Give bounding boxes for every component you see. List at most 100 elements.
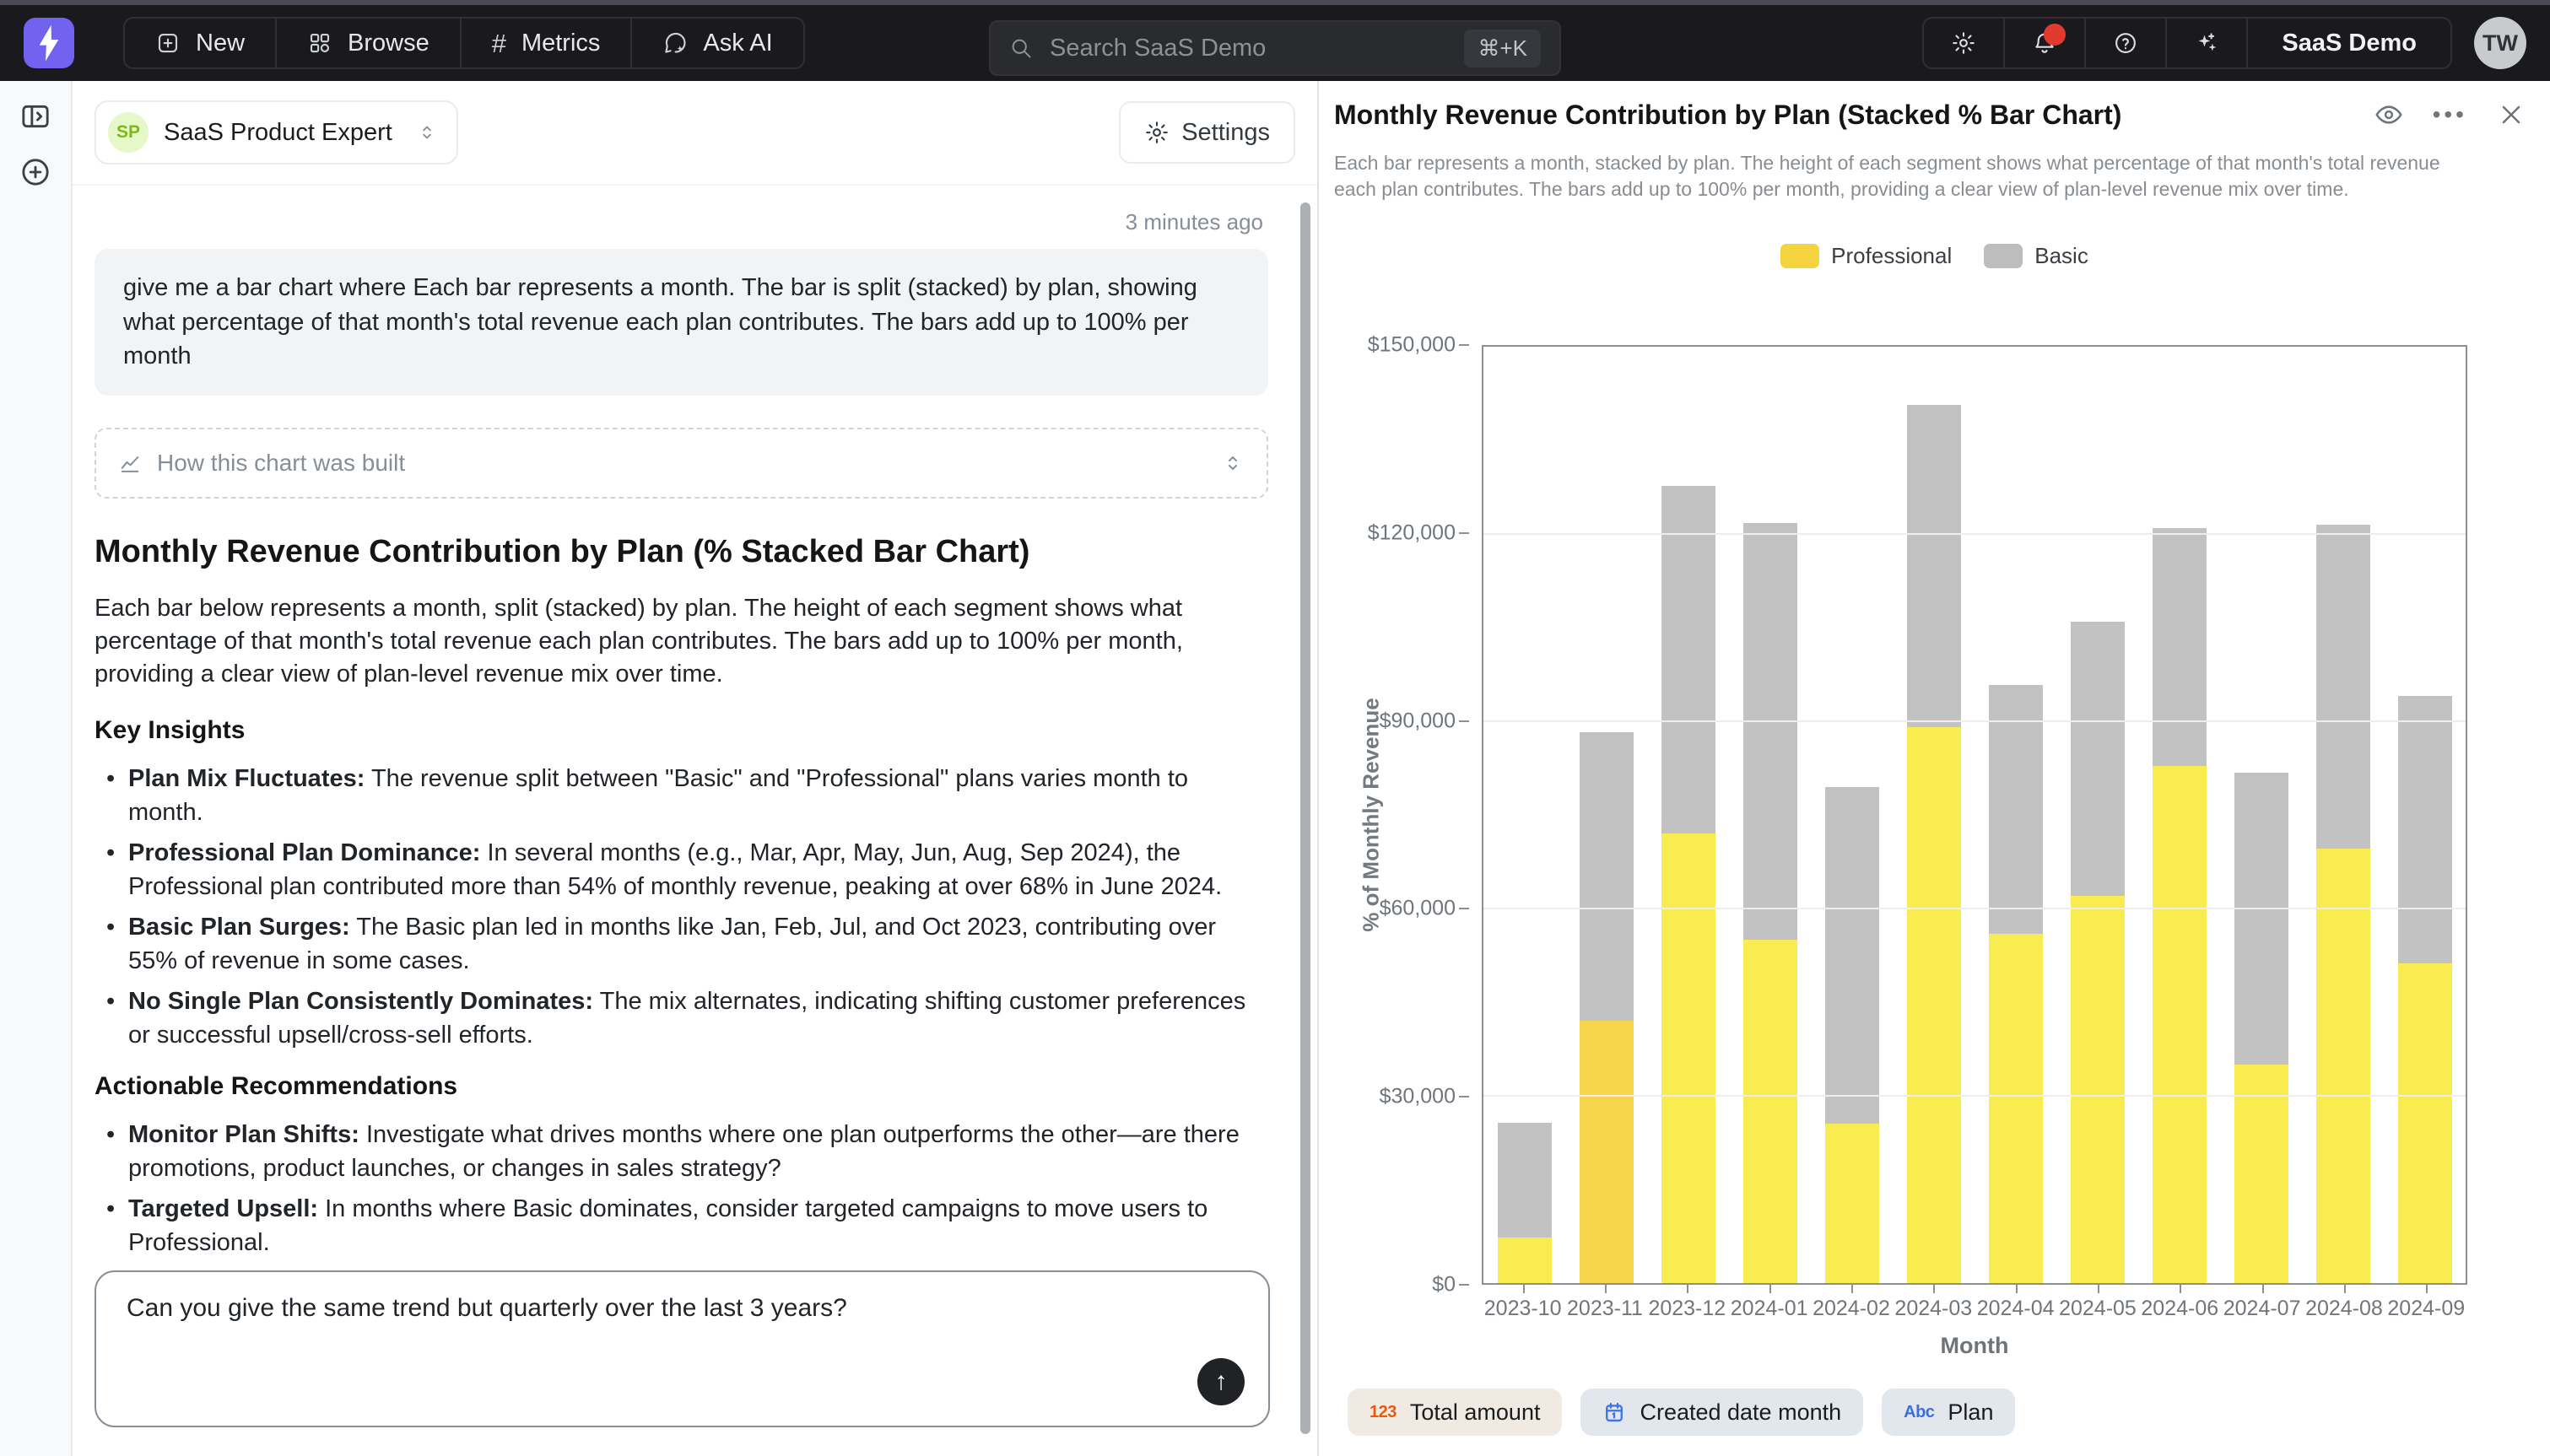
gear-icon bbox=[1144, 120, 1170, 145]
ai-chat-panel: SP SaaS Product Expert Settings 3 minute… bbox=[73, 81, 1319, 1456]
new-button[interactable]: New bbox=[125, 19, 277, 67]
grid-icon bbox=[307, 30, 332, 56]
bar-2023-10[interactable] bbox=[1483, 347, 1565, 1283]
bar-2023-11[interactable] bbox=[1565, 347, 1647, 1283]
how-chart-built-toggle[interactable]: How this chart was built bbox=[95, 428, 1268, 499]
ask-ai-button[interactable]: Ask AI bbox=[632, 19, 802, 67]
notifications-button[interactable] bbox=[2005, 19, 2086, 67]
help-button[interactable] bbox=[2086, 19, 2167, 67]
y-tick-label: $0 bbox=[1432, 1273, 1456, 1297]
lightning-icon bbox=[35, 24, 62, 62]
x-tick-label: 2024-05 bbox=[2056, 1297, 2138, 1321]
bar-2024-08[interactable] bbox=[2302, 347, 2384, 1283]
bar-segment-professional[interactable] bbox=[2071, 896, 2125, 1283]
bar-segment-basic[interactable] bbox=[2071, 622, 2125, 896]
bar-stack bbox=[1989, 685, 2043, 1283]
bar-segment-professional[interactable] bbox=[1661, 833, 1715, 1283]
field-tag-created-date-month[interactable]: Created date month bbox=[1580, 1389, 1863, 1436]
bar-segment-professional[interactable] bbox=[2398, 963, 2452, 1283]
y-tick-label: $90,000 bbox=[1380, 709, 1456, 733]
bar-2024-07[interactable] bbox=[2220, 347, 2302, 1283]
search-icon bbox=[1009, 36, 1033, 60]
chart-panel: Monthly Revenue Contribution by Plan (St… bbox=[1319, 81, 2550, 1456]
gridline bbox=[1483, 908, 2466, 909]
y-tick-label: $150,000 bbox=[1368, 333, 1456, 358]
x-tick-label: 2024-02 bbox=[1810, 1297, 1892, 1321]
bar-2024-02[interactable] bbox=[1811, 347, 1893, 1283]
x-tick-label: 2024-08 bbox=[2303, 1297, 2385, 1321]
chat-scrollbar[interactable] bbox=[1300, 202, 1310, 1434]
bar-segment-basic[interactable] bbox=[1743, 523, 1797, 940]
browse-button-label: Browse bbox=[348, 30, 430, 57]
bar-segment-basic[interactable] bbox=[2398, 696, 2452, 963]
settings-gear-button[interactable] bbox=[1924, 19, 2005, 67]
bar-segment-professional[interactable] bbox=[1825, 1124, 1879, 1283]
user-avatar[interactable]: TW bbox=[2474, 17, 2526, 69]
x-tick-label: 2024-07 bbox=[2221, 1297, 2303, 1321]
bar-segment-basic[interactable] bbox=[2316, 525, 2370, 849]
y-tick-mark bbox=[1459, 720, 1469, 722]
sidebar-toggle-icon[interactable] bbox=[19, 100, 52, 133]
new-thread-icon[interactable] bbox=[19, 155, 52, 189]
bar-segment-professional[interactable] bbox=[1743, 940, 1797, 1283]
list-item: Professional Plan Dominance: In several … bbox=[100, 836, 1268, 903]
global-search-input[interactable]: Search SaaS Demo ⌘+K bbox=[989, 20, 1561, 76]
bar-2023-12[interactable] bbox=[1647, 347, 1729, 1283]
bar-segment-professional[interactable] bbox=[2234, 1065, 2288, 1283]
bar-stack bbox=[2234, 773, 2288, 1283]
bar-segment-basic[interactable] bbox=[1580, 732, 1634, 1022]
ai-sparkles-button[interactable] bbox=[2167, 19, 2248, 67]
bar-segment-basic[interactable] bbox=[2153, 528, 2207, 767]
metrics-button[interactable]: # Metrics bbox=[462, 19, 633, 67]
bar-2024-03[interactable] bbox=[1893, 347, 1975, 1283]
project-switcher-button[interactable]: SaaS Demo bbox=[2248, 19, 2450, 67]
settings-button-label: Settings bbox=[1181, 119, 1270, 147]
bar-2024-05[interactable] bbox=[2056, 347, 2138, 1283]
x-tick-label: 2023-11 bbox=[1564, 1297, 1645, 1321]
response-intro: Each bar below represents a month, split… bbox=[95, 592, 1268, 691]
y-tick-mark bbox=[1459, 908, 1469, 909]
chat-input[interactable]: Can you give the same trend but quarterl… bbox=[95, 1270, 1270, 1427]
list-item: Basic Plan Surges: The Basic plan led in… bbox=[100, 910, 1268, 978]
agent-selector[interactable]: SP SaaS Product Expert bbox=[95, 100, 458, 164]
recommendations-heading: Actionable Recommendations bbox=[95, 1072, 1268, 1101]
bar-segment-basic[interactable] bbox=[1907, 405, 1961, 728]
bar-segment-professional[interactable] bbox=[1989, 934, 2043, 1283]
field-tag-plan[interactable]: Abc Plan bbox=[1882, 1389, 2015, 1436]
calendar-icon bbox=[1602, 1400, 1626, 1424]
project-name: SaaS Demo bbox=[2282, 30, 2417, 57]
app-logo[interactable] bbox=[24, 18, 74, 68]
browse-button[interactable]: Browse bbox=[277, 19, 462, 67]
bar-segment-basic[interactable] bbox=[2234, 773, 2288, 1065]
bar-stack bbox=[1661, 486, 1715, 1283]
bar-segment-professional[interactable] bbox=[2316, 849, 2370, 1283]
top-navbar: New Browse # Metrics Ask AI Search SaaS … bbox=[0, 5, 2550, 81]
list-item: No Single Plan Consistently Dominates: T… bbox=[100, 984, 1268, 1052]
bar-2024-01[interactable] bbox=[1729, 347, 1811, 1283]
list-item: Plan Mix Fluctuates: The revenue split b… bbox=[100, 762, 1268, 829]
field-tag-total-amount[interactable]: 123 Total amount bbox=[1348, 1389, 1562, 1436]
numeric-field-icon: 123 bbox=[1370, 1403, 1397, 1422]
bar-2024-06[interactable] bbox=[2138, 347, 2220, 1283]
bar-segment-professional[interactable] bbox=[1907, 727, 1961, 1283]
insights-list: Plan Mix Fluctuates: The revenue split b… bbox=[100, 762, 1268, 1052]
agent-settings-button[interactable]: Settings bbox=[1119, 101, 1295, 164]
bar-stack bbox=[2316, 525, 2370, 1283]
chart-plot bbox=[1482, 345, 2467, 1285]
x-axis-title: Month bbox=[1482, 1333, 2467, 1359]
bar-segment-basic[interactable] bbox=[1498, 1123, 1552, 1238]
bar-segment-basic[interactable] bbox=[1989, 685, 2043, 934]
gridline bbox=[1483, 1095, 2466, 1097]
bar-segment-basic[interactable] bbox=[1661, 486, 1715, 833]
send-button[interactable]: ↑ bbox=[1197, 1358, 1245, 1405]
bar-2024-04[interactable] bbox=[1975, 347, 2056, 1283]
bar-segment-professional[interactable] bbox=[2153, 766, 2207, 1283]
bar-2024-09[interactable] bbox=[2384, 347, 2466, 1283]
user-message-bubble: give me a bar chart where Each bar repre… bbox=[95, 249, 1268, 396]
bar-segment-professional[interactable] bbox=[1580, 1021, 1634, 1283]
bar-segment-basic[interactable] bbox=[1825, 787, 1879, 1124]
left-rail bbox=[0, 81, 73, 1456]
bar-stack bbox=[2398, 696, 2452, 1283]
bar-segment-professional[interactable] bbox=[1498, 1238, 1552, 1283]
search-placeholder: Search SaaS Demo bbox=[1050, 35, 1447, 62]
